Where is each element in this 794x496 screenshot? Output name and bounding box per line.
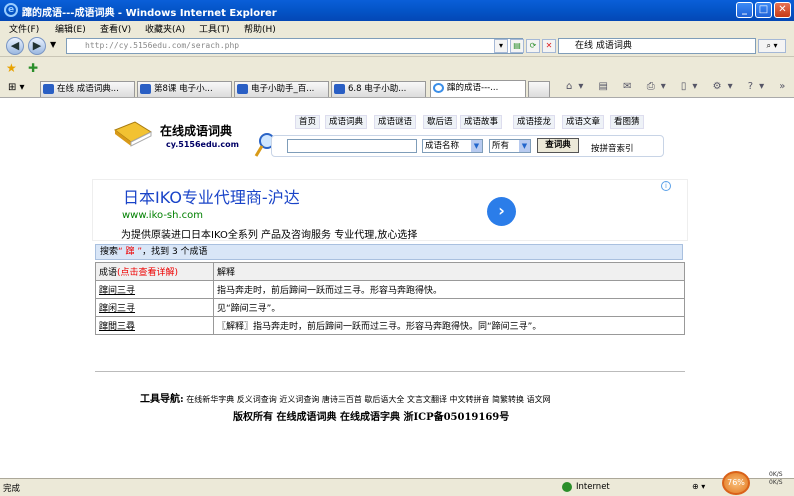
table-row: 蹿间三寻 指马奔走时，前后蹄间一跃而过三寻。形容马奔跑得快。	[95, 280, 685, 299]
address-toolbar: ◀ ▶ ▼ http://cy.5156edu.com/serach.php ▾…	[0, 35, 794, 57]
menu-tools[interactable]: 工具(T)	[199, 22, 230, 35]
page-icon	[43, 84, 54, 94]
search-input[interactable]: 在线 成语词典	[558, 38, 756, 54]
address-input[interactable]: http://cy.5156edu.com/serach.php	[66, 38, 523, 54]
nav-stories[interactable]: 成语故事	[460, 115, 503, 129]
tools-nav-label: 工具导航:	[140, 394, 184, 405]
minimize-button[interactable]: _	[736, 2, 753, 18]
column-header-explain: 解释	[213, 262, 685, 281]
idiom-query-input[interactable]	[287, 139, 417, 153]
back-button[interactable]: ◀	[6, 37, 24, 55]
nav-articles[interactable]: 成语文章	[562, 115, 605, 129]
site-name: 在线成语词典	[160, 124, 233, 138]
tab-4[interactable]: 6.8 电子小助...	[331, 81, 426, 97]
copyright-line: 版权所有 在线成语词典 在线成语字典 浙ICP备05019169号	[233, 412, 510, 423]
nav-xiehouyu[interactable]: 歇后语	[423, 115, 457, 129]
favorites-star-icon[interactable]: ★	[6, 61, 17, 75]
nav-riddles[interactable]: 成语谜语	[374, 115, 417, 129]
menu-file[interactable]: 文件(F)	[9, 22, 39, 35]
zoom-level[interactable]: 76%	[722, 471, 750, 495]
forward-button[interactable]: ▶	[28, 37, 46, 55]
maximize-button[interactable]: □	[755, 2, 772, 18]
tools-nav-links[interactable]: 在线新华字典 反义词查询 近义词查询 唐诗三百首 歇后语大全 文言文翻译 中文转…	[186, 395, 550, 404]
close-button[interactable]: ✕	[774, 2, 791, 18]
ad-banner[interactable]: 日本IKO专业代理商-沪达 www.iko-sh.com 为提供原装进口日本IK…	[92, 179, 688, 241]
menu-bar: 文件(F) 编辑(E) 查看(V) 收藏夹(A) 工具(T) 帮助(H)	[0, 21, 794, 35]
add-favorite-icon[interactable]: ✚	[28, 61, 38, 75]
nav-jielong[interactable]: 成语接龙	[513, 115, 556, 129]
result-summary: 搜索“ 蹿 ”，找到 3 个成语	[95, 244, 683, 260]
status-bar: 完成 Internet ⊕ ▾	[0, 478, 794, 496]
new-tab-button[interactable]	[528, 81, 550, 97]
table-row: 蹿間三尋 〖解释〗指马奔走时，前后蹄间一跃而过三寻。形容马奔跑得快。同“蹄间三寻…	[95, 316, 685, 335]
search-keyword: “ 蹿 ”	[118, 247, 143, 257]
nav-home[interactable]: 首页	[295, 115, 321, 129]
refresh-icon[interactable]: ⟳	[526, 39, 540, 53]
explanation-cell: 〖解释〗指马奔走时，前后蹄间一跃而过三寻。形容马奔跑得快。同“蹄间三寻”。	[213, 316, 685, 335]
ad-title[interactable]: 日本IKO专业代理商-沪达	[123, 184, 300, 208]
page-icon	[237, 84, 248, 94]
ad-arrow-icon[interactable]: ›	[487, 197, 516, 226]
favorites-bar: ★ ✚	[0, 57, 794, 78]
tab-5-active[interactable]: 蹿的成语---...	[430, 80, 526, 97]
tab-2[interactable]: 第8课 电子小...	[137, 81, 232, 97]
ie-page-icon	[433, 83, 444, 93]
title-bar: e 蹿的成语---成语词典 - Windows Internet Explore…	[0, 0, 794, 21]
tab-3[interactable]: 电子小助手_百...	[234, 81, 329, 97]
command-bar-icons[interactable]: ⌂▾ ▤ ✉ ⎙▾ ▯▾ ⚙▾ ?▾ »	[566, 81, 791, 92]
menu-help[interactable]: 帮助(H)	[244, 22, 276, 35]
menu-favorites[interactable]: 收藏夹(A)	[145, 22, 185, 35]
stop-icon[interactable]: ✕	[542, 39, 556, 53]
ad-url[interactable]: www.iko-sh.com	[122, 210, 203, 221]
ie-logo-icon: e	[4, 3, 18, 17]
search-button[interactable]: ⌕ ▾	[758, 39, 786, 53]
footer-divider	[95, 371, 685, 372]
compat-view-icon[interactable]: ▤	[510, 39, 524, 53]
download-speed: 0K/S	[769, 479, 783, 486]
site-url: cy.5156edu.com	[166, 140, 239, 149]
page-icon	[140, 84, 151, 94]
quick-tabs-icon[interactable]: ⊞ ▾	[8, 82, 25, 93]
idiom-link[interactable]: 蹿間三尋	[99, 322, 135, 332]
results-table: 成语(点击查看详解) 解释 蹿间三寻 指马奔走时，前后蹄间一跃而过三寻。形容马奔…	[95, 262, 685, 335]
tab-bar: ⊞ ▾ 在线 成语词典... 第8课 电子小... 电子小助手_百... 6.8…	[0, 78, 794, 98]
idiom-link[interactable]: 蹿闲三寻	[99, 304, 135, 314]
window-title: 蹿的成语---成语词典 - Windows Internet Explorer	[22, 8, 277, 19]
explanation-cell: 见“蹄间三寻”。	[213, 298, 685, 317]
table-row: 蹿闲三寻 见“蹄间三寻”。	[95, 298, 685, 317]
page-content: 在线成语词典 cy.5156edu.com 首页 成语词典 成语谜语 歇后语 成…	[0, 98, 794, 478]
explanation-cell: 指马奔走时，前后蹄间一跃而过三寻。形容马奔跑得快。	[213, 280, 685, 299]
chevron-down-icon: ▼	[519, 140, 530, 152]
search-type-select[interactable]: 成语名称 ▼	[422, 139, 483, 153]
chevron-down-icon: ▼	[471, 140, 482, 152]
menu-edit[interactable]: 编辑(E)	[55, 22, 86, 35]
nav-picture-guess[interactable]: 看图猜	[610, 115, 644, 129]
status-text: 完成	[3, 484, 21, 494]
protected-mode-icon[interactable]: ⊕ ▾	[692, 482, 705, 491]
upload-speed: 0K/S	[769, 471, 783, 478]
pinyin-index-link[interactable]: 按拼音索引	[591, 142, 634, 154]
book-logo-icon	[113, 121, 153, 147]
column-header-idiom: 成语(点击查看详解)	[95, 262, 214, 281]
internet-zone: Internet	[562, 482, 610, 492]
address-dropdown-icon[interactable]: ▾	[494, 39, 508, 53]
network-speed: 0K/S 0K/S	[769, 471, 783, 487]
menu-view[interactable]: 查看(V)	[100, 22, 131, 35]
tab-1[interactable]: 在线 成语词典...	[40, 81, 135, 97]
history-dropdown-icon[interactable]: ▼	[50, 40, 56, 49]
idiom-link[interactable]: 蹿间三寻	[99, 286, 135, 296]
search-scope-select[interactable]: 所有 ▼	[489, 139, 531, 153]
lookup-button[interactable]: 查词典	[537, 138, 579, 153]
tools-nav: 工具导航: 在线新华字典 反义词查询 近义词查询 唐诗三百首 歇后语大全 文言文…	[140, 390, 551, 405]
nav-idiom-dict[interactable]: 成语词典	[325, 115, 368, 129]
table-header: 成语(点击查看详解) 解释	[95, 262, 685, 281]
ad-description: 为提供原装进口日本IKO全系列 产品及咨询服务 专业代理,放心选择	[121, 230, 418, 241]
ad-info-icon[interactable]: i	[661, 181, 671, 191]
page-icon	[334, 84, 345, 94]
